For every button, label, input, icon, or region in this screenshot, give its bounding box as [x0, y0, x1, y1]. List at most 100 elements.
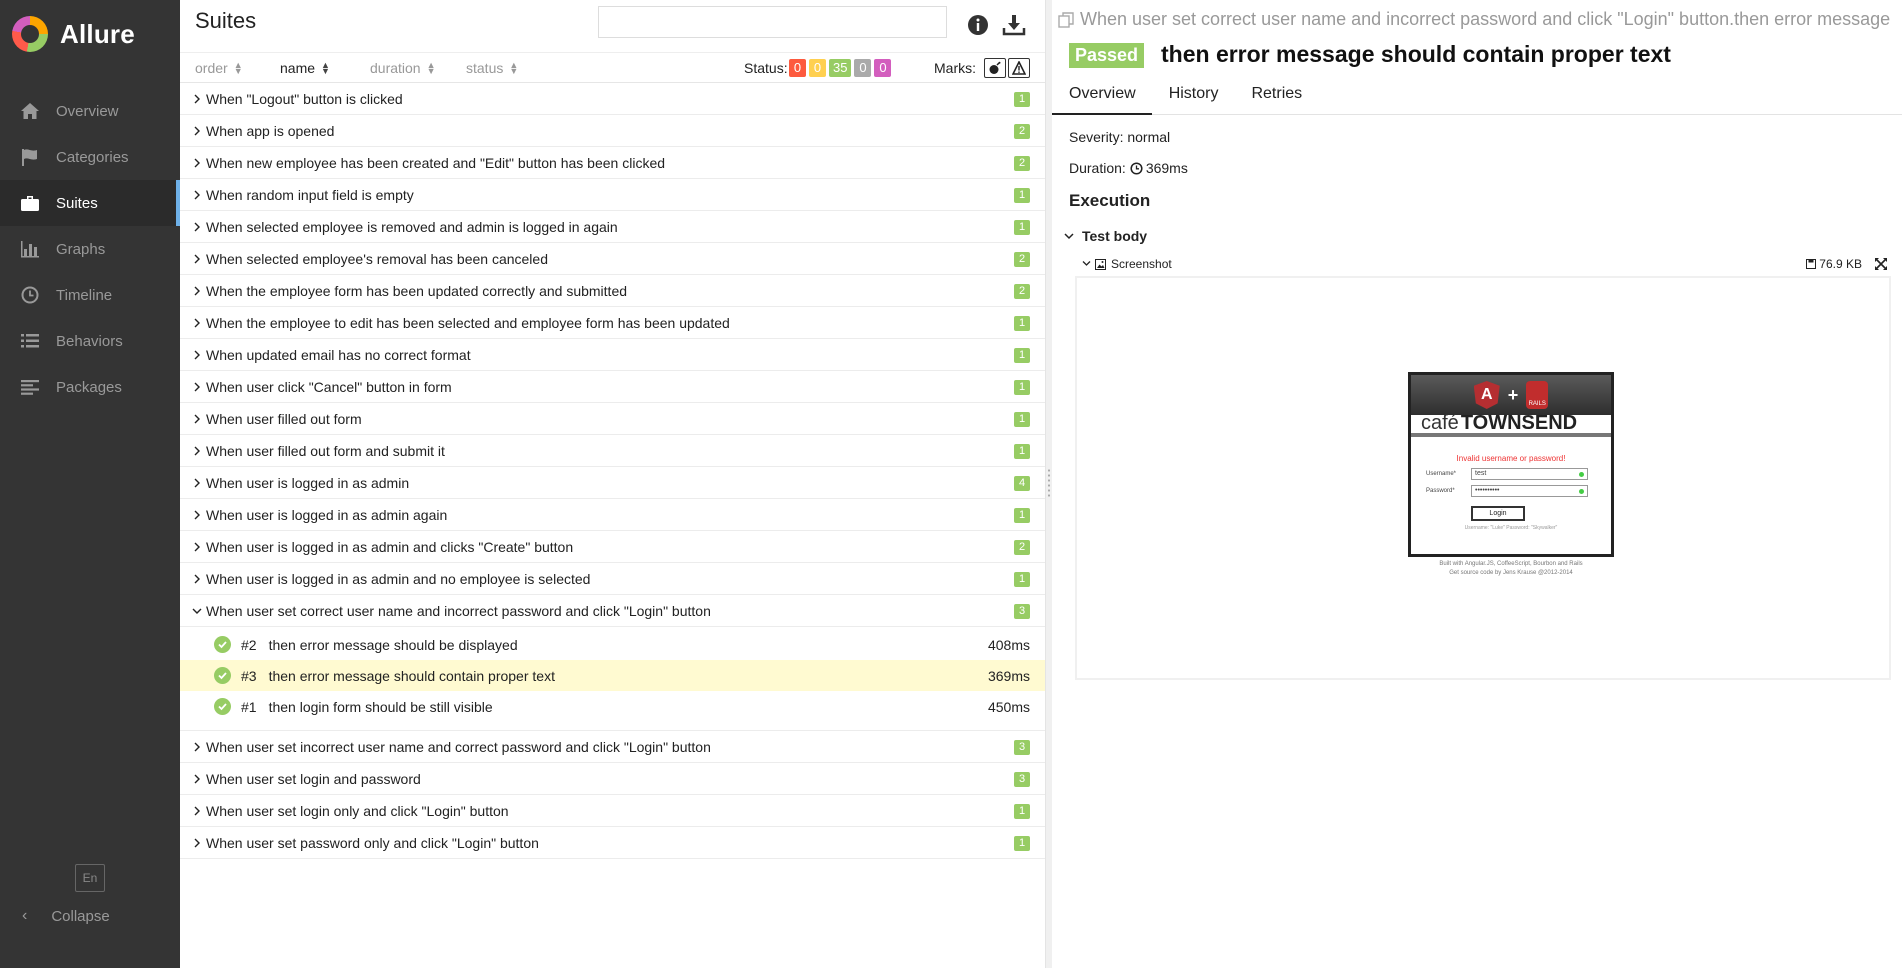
suite-row[interactable]: When the employee to edit has been selec… — [180, 307, 1045, 339]
sort-duration[interactable]: duration ▲ ▼ — [370, 60, 436, 76]
new-failed-mark-button[interactable] — [1008, 58, 1030, 78]
download-icon[interactable] — [1002, 13, 1026, 37]
passed-check-icon — [214, 667, 231, 684]
suite-name: When user set incorrect user name and co… — [206, 738, 711, 755]
test-count-badge: 2 — [1014, 540, 1030, 555]
search-input[interactable] — [598, 6, 947, 38]
screenshot-username-field: Username* test — [1411, 468, 1611, 480]
test-count-badge: 2 — [1014, 124, 1030, 139]
sort-status[interactable]: status ▲ ▼ — [466, 60, 518, 76]
sort-order[interactable]: order ▲ ▼ — [195, 60, 243, 76]
sort-name[interactable]: name ▲ ▼ — [280, 60, 330, 76]
suite-row[interactable]: When user filled out form 1 — [180, 403, 1045, 435]
suite-name: When "Logout" button is clicked — [206, 90, 403, 107]
flag-icon — [18, 147, 42, 167]
suite-name: When app is opened — [206, 122, 335, 139]
suite-name: When user set login and password — [206, 770, 421, 787]
suite-row[interactable]: When user set login and password 3 — [180, 763, 1045, 795]
sidebar-item-graphs[interactable]: Graphs — [0, 226, 180, 272]
sidebar-item-suites[interactable]: Suites — [0, 180, 180, 226]
skipped-counter[interactable]: 0 — [854, 59, 872, 77]
suite-row[interactable]: When new employee has been created and "… — [180, 147, 1045, 179]
test-case-row[interactable]: #2 then error message should be displaye… — [180, 629, 1045, 660]
brand[interactable]: Allure — [0, 0, 180, 68]
test-count-badge: 1 — [1014, 348, 1030, 363]
chevron-right-icon — [180, 286, 206, 296]
suite-name: When selected employee's removal has bee… — [206, 250, 548, 267]
chevron-right-icon — [180, 318, 206, 328]
suite-name: When user filled out form and submit it — [206, 442, 445, 459]
screenshot-password-field: Password* •••••••••• — [1411, 485, 1611, 497]
chevron-right-icon — [180, 190, 206, 200]
duration: Duration: 369ms — [1069, 160, 1188, 176]
splitter-grip-icon[interactable] — [1047, 468, 1051, 498]
attachment-size: 76.9 KB — [1806, 257, 1862, 271]
passed-check-icon — [214, 698, 231, 715]
chevron-right-icon — [180, 806, 206, 816]
chevron-right-icon — [180, 254, 206, 264]
sidebar-item-label: Behaviors — [56, 332, 123, 350]
suite-row[interactable]: When "Logout" button is clicked 1 — [180, 83, 1045, 115]
suite-row[interactable]: When user is logged in as admin again 1 — [180, 499, 1045, 531]
suite-row[interactable]: When selected employee's removal has bee… — [180, 243, 1045, 275]
sidebar-item-packages[interactable]: Packages — [0, 364, 180, 410]
suite-name: When user is logged in as admin and no e… — [206, 570, 591, 587]
copy-icon[interactable] — [1058, 11, 1074, 28]
suite-name: When the employee to edit has been selec… — [206, 314, 730, 331]
test-case-duration: 408ms — [987, 636, 1030, 653]
breadcrumb-text: When user set correct user name and inco… — [1080, 9, 1894, 29]
suite-row[interactable]: When app is opened 2 — [180, 115, 1045, 147]
attachment-row[interactable]: Screenshot 76.9 KB — [1082, 255, 1890, 273]
expand-icon[interactable] — [1874, 257, 1888, 271]
test-count-badge: 2 — [1014, 252, 1030, 267]
execution-heading: Execution — [1069, 191, 1151, 210]
sidebar-item-overview[interactable]: Overview — [0, 88, 180, 134]
suite-row[interactable]: When random input field is empty 1 — [180, 179, 1045, 211]
test-body-toggle[interactable]: Test body — [1064, 228, 1147, 244]
suite-name: When user set correct user name and inco… — [206, 602, 711, 619]
collapse-button[interactable]: ‹ Collapse — [0, 900, 180, 932]
sidebar: Allure Overview Categories Suites Graphs… — [0, 0, 180, 968]
sidebar-item-label: Graphs — [56, 240, 106, 258]
sidebar-item-timeline[interactable]: Timeline — [0, 272, 180, 318]
suite-row[interactable]: When user is logged in as admin 4 — [180, 467, 1045, 499]
chevron-right-icon — [180, 838, 206, 848]
test-case-row-selected[interactable]: #3 then error message should contain pro… — [180, 660, 1045, 691]
test-count-badge: 1 — [1014, 220, 1030, 235]
plus-icon: + — [1507, 384, 1519, 405]
failed-counter[interactable]: 0 — [789, 59, 806, 77]
suite-row[interactable]: When user is logged in as admin and no e… — [180, 563, 1045, 595]
passed-counter[interactable]: 35 — [829, 59, 852, 77]
suite-row[interactable]: When user filled out form and submit it 1 — [180, 435, 1045, 467]
image-icon — [1095, 258, 1106, 270]
tab-retries[interactable]: Retries — [1234, 79, 1318, 115]
tab-history[interactable]: History — [1152, 79, 1235, 115]
unknown-counter[interactable]: 0 — [874, 59, 892, 77]
suite-row-expanded[interactable]: When user set correct user name and inco… — [180, 595, 1045, 627]
flaky-mark-button[interactable] — [984, 58, 1006, 78]
suite-row[interactable]: When user set incorrect user name and co… — [180, 731, 1045, 763]
page-title: Suites — [195, 8, 257, 33]
language-button[interactable]: En — [75, 864, 105, 892]
suite-row[interactable]: When user click "Cancel" button in form 1 — [180, 371, 1045, 403]
suite-row[interactable]: When updated email has no correct format… — [180, 339, 1045, 371]
test-case-duration: 450ms — [987, 698, 1030, 715]
broken-counter[interactable]: 0 — [809, 59, 826, 77]
suite-row[interactable]: When user set login only and click "Logi… — [180, 795, 1045, 827]
suite-row[interactable]: When user set password only and click "L… — [180, 827, 1045, 859]
suite-name: When user is logged in as admin — [206, 474, 410, 491]
tab-overview[interactable]: Overview — [1052, 79, 1152, 115]
test-count-badge: 1 — [1014, 508, 1030, 523]
breadcrumb: When user set correct user name and inco… — [1058, 9, 1894, 30]
test-count-badge: 2 — [1014, 284, 1030, 299]
test-case-row[interactable]: #1 then login form should be still visib… — [180, 691, 1045, 722]
sidebar-item-categories[interactable]: Categories — [0, 134, 180, 180]
suite-row[interactable]: When selected employee is removed and ad… — [180, 211, 1045, 243]
suite-name: When user click "Cancel" button in form — [206, 378, 452, 395]
info-icon[interactable] — [966, 13, 990, 37]
sidebar-item-behaviors[interactable]: Behaviors — [0, 318, 180, 364]
sidebar-item-label: Packages — [56, 378, 122, 396]
screenshot-preview[interactable]: A + RAILS café TOWNSEND Invalid username… — [1075, 276, 1891, 680]
suite-row[interactable]: When user is logged in as admin and clic… — [180, 531, 1045, 563]
suite-row[interactable]: When the employee form has been updated … — [180, 275, 1045, 307]
